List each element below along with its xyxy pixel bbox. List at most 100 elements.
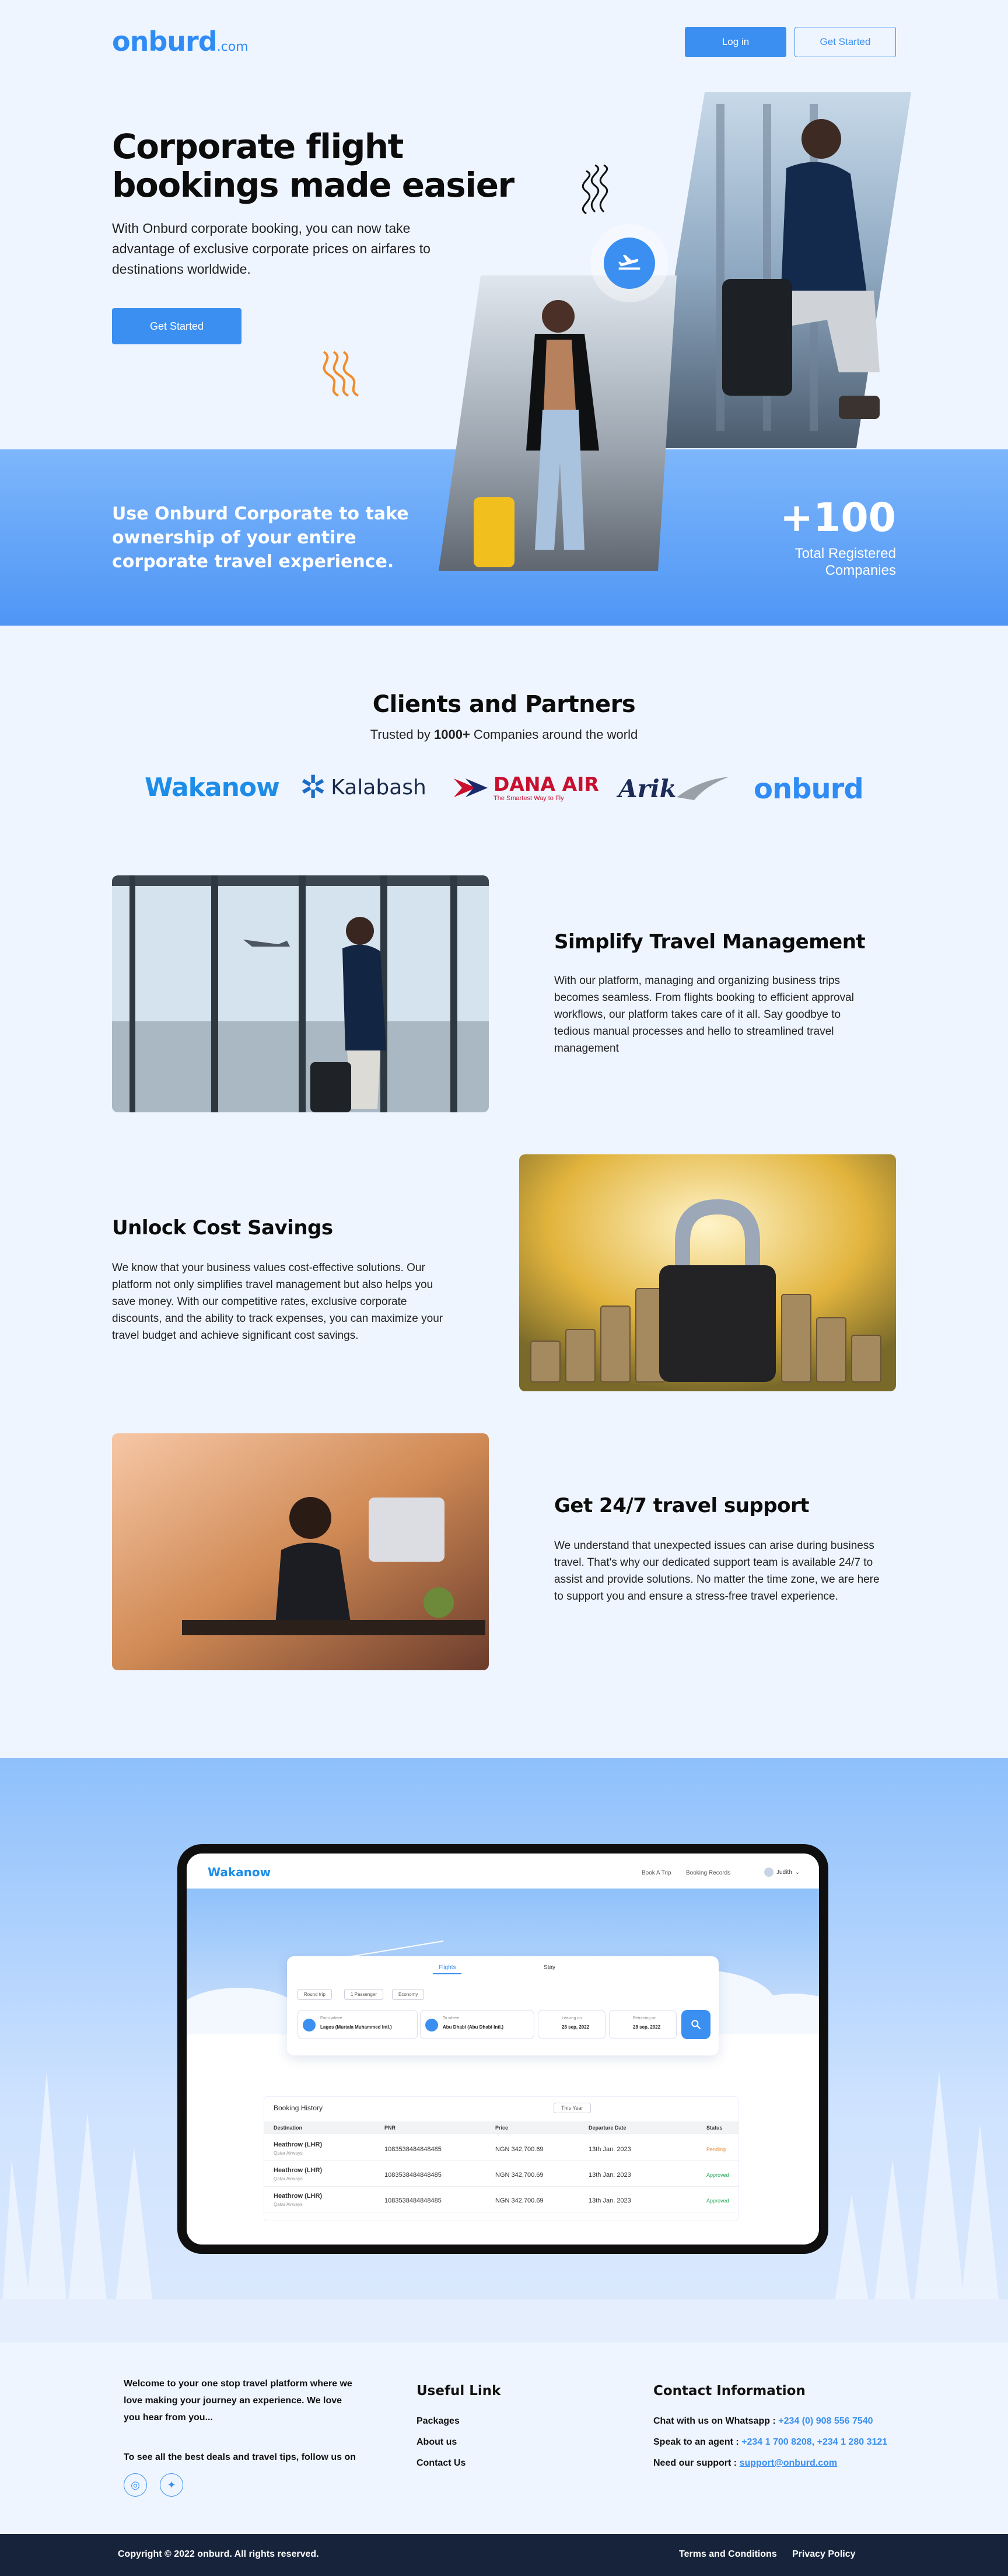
from-field[interactable]: From where Lagos (Murtala Muhammed Intl.… <box>298 2010 418 2039</box>
price-cell: NGN 342,700.69 <box>495 2145 544 2153</box>
contact-support: Need our support : support@onburd.com <box>653 2455 837 2472</box>
feature-1-title: Simplify Travel Management <box>554 930 866 954</box>
chip-round-trip[interactable]: Round trip <box>298 1989 332 2000</box>
app-logo[interactable]: Wakanow <box>208 1865 271 1879</box>
copyright: Copyright © 2022 onburd. All rights rese… <box>118 2549 319 2559</box>
privacy-link[interactable]: Privacy Policy <box>792 2549 856 2560</box>
footer-link-about[interactable]: About us <box>416 2434 457 2451</box>
table-row[interactable]: Heathrow (LHR) 1083538484848485 NGN 342,70… <box>264 2163 739 2187</box>
app-user-menu[interactable]: Judith ⌄ <box>764 1868 800 1877</box>
returning-label: Returning on <box>633 2016 657 2020</box>
chevron-down-icon: ⌄ <box>794 1869 800 1876</box>
leaving-date-field[interactable]: Leaving on 28 sep, 2022 <box>538 2010 606 2039</box>
pnr-cell: 1083538484848485 <box>384 2197 442 2204</box>
feature-photo-support-agent <box>112 1433 489 1670</box>
booking-history-card: Booking History This Year Destination PN… <box>264 2096 739 2221</box>
clients-subtitle-pre: Trusted by <box>370 727 435 742</box>
table-header: Destination PNR Price Departure Date Sta… <box>264 2121 739 2134</box>
dana-air-text: DANA AIR <box>494 773 599 795</box>
destination-cell: Heathrow (LHR) <box>274 2193 323 2200</box>
status-cell: Pending <box>706 2146 726 2152</box>
wave-decoration-orange <box>323 351 359 397</box>
wave-decoration-black <box>582 164 608 215</box>
logo-wakanow: Wakanow <box>145 773 280 802</box>
col-price: Price <box>495 2124 509 2131</box>
hero-title-line1: Corporate flight <box>112 127 404 166</box>
destination-cell: Heathrow (LHR) <box>274 2167 323 2174</box>
dana-air-tagline: The Smartest Way to Fly <box>494 795 564 802</box>
feature-2-title: Unlock Cost Savings <box>112 1216 333 1240</box>
col-pnr: PNR <box>384 2124 396 2131</box>
to-value: Abu Dhabi (Abu Dhabi Intl.) <box>443 2025 503 2030</box>
destination-cell: Heathrow (LHR) <box>274 2141 323 2148</box>
history-filter-select[interactable]: This Year <box>554 2103 591 2113</box>
feature-2-text: We know that your business values cost-e… <box>112 1262 443 1342</box>
date-cell: 13th Jan. 2023 <box>589 2197 631 2204</box>
pnr-cell: 1083538484848485 <box>384 2171 442 2179</box>
chip-passengers[interactable]: 1 Passenger <box>344 1989 383 2000</box>
clients-subtitle: Trusted by 1000+ Companies around the wo… <box>0 727 1008 742</box>
date-cell: 13th Jan. 2023 <box>589 2145 631 2153</box>
search-icon <box>691 2020 701 2030</box>
footer-link-contact[interactable]: Contact Us <box>416 2455 466 2472</box>
stat-label-line1: Total Registered <box>794 546 896 561</box>
logo-onburd: onburd <box>754 773 864 805</box>
returning-date-field[interactable]: Returning on 28 sep, 2022 <box>609 2010 677 2039</box>
hero-photo-woman <box>439 275 677 571</box>
whatsapp-value[interactable]: +234 (0) 908 556 7540 <box>778 2416 873 2426</box>
tab-flights[interactable]: Flights <box>433 1964 462 1974</box>
to-field[interactable]: To where Abu Dhabi (Abu Dhabi Intl.) <box>420 2010 534 2039</box>
clients-count: 1000+ <box>434 727 470 742</box>
logo-main: onburd <box>112 26 218 57</box>
chip-cabin-class[interactable]: Economy <box>392 1989 425 2000</box>
app-nav-book-trip[interactable]: Book A Trip <box>642 1870 671 1876</box>
footer-welcome: Welcome to your one stop travel platform… <box>124 2379 352 2423</box>
logo-dana-air: DANA AIR The Smartest Way to Fly <box>453 774 599 802</box>
contact-agent: Speak to an agent : +234 1 700 8208, +23… <box>653 2434 887 2451</box>
hero-photo-businessman <box>646 92 911 448</box>
tab-stay[interactable]: Stay <box>544 1964 555 1971</box>
status-cell: Approved <box>706 2172 729 2178</box>
contact-title: Contact Information <box>653 2383 806 2399</box>
clients-title: Clients and Partners <box>372 691 636 718</box>
stat-label-line2: Companies <box>825 563 896 578</box>
to-icon <box>425 2019 438 2032</box>
kalabash-icon: ✲ <box>300 770 327 805</box>
contact-whatsapp: Chat with us on Whatsapp : +234 (0) 908 … <box>653 2413 873 2430</box>
booking-history-title: Booking History <box>274 2104 323 2112</box>
agent-value[interactable]: +234 1 700 8208, +234 1 280 3121 <box>741 2437 887 2447</box>
date-cell: 13th Jan. 2023 <box>589 2171 631 2179</box>
terms-link[interactable]: Terms and Conditions <box>679 2549 777 2560</box>
feature-3-title: Get 24/7 travel support <box>554 1494 809 1517</box>
app-nav-booking-records[interactable]: Booking Records <box>686 1870 730 1876</box>
pnr-cell: 1083538484848485 <box>384 2145 442 2153</box>
hero-text: With Onburd corporate booking, you can n… <box>112 221 430 277</box>
search-button[interactable] <box>681 2010 710 2039</box>
login-button[interactable]: Log in <box>685 27 786 57</box>
hero-title: Corporate flight bookings made easier <box>112 127 555 204</box>
hero-get-started-button[interactable]: Get Started <box>112 308 242 344</box>
plane-icon <box>604 238 655 289</box>
useful-links-title: Useful Link <box>416 2383 501 2399</box>
col-departure-date: Departure Date <box>589 2124 626 2131</box>
leaving-label: Leaving on <box>562 2016 582 2020</box>
support-email-link[interactable]: support@onburd.com <box>740 2458 838 2468</box>
logo-kalabash: ✲ Kalabash <box>300 772 426 803</box>
footer-link-packages[interactable]: Packages <box>416 2413 460 2430</box>
whatsapp-label: Chat with us on Whatsapp : <box>653 2416 779 2426</box>
to-label: To where <box>443 2016 460 2020</box>
twitter-icon[interactable]: ✦ <box>160 2473 183 2497</box>
table-row[interactable]: Heathrow (LHR) 1083538484848485 NGN 342,70… <box>264 2138 739 2161</box>
site-logo[interactable]: onburd.com <box>112 26 249 57</box>
arik-text: Arik <box>618 774 677 803</box>
table-row[interactable]: Heathrow (LHR) 1083538484848485 NGN 342,70… <box>264 2189 739 2212</box>
status-cell: Approved <box>706 2197 729 2204</box>
from-label: From where <box>320 2016 342 2020</box>
feature-3-text: We understand that unexpected issues can… <box>554 1540 880 1603</box>
registered-companies-label: Total Registered Companies <box>721 545 896 579</box>
get-started-header-button[interactable]: Get Started <box>794 27 896 57</box>
from-icon <box>303 2019 316 2032</box>
hero-title-line2: bookings made easier <box>112 165 514 205</box>
instagram-icon[interactable]: ◎ <box>124 2473 147 2497</box>
from-value: Lagos (Murtala Muhammed Intl.) <box>320 2025 392 2030</box>
